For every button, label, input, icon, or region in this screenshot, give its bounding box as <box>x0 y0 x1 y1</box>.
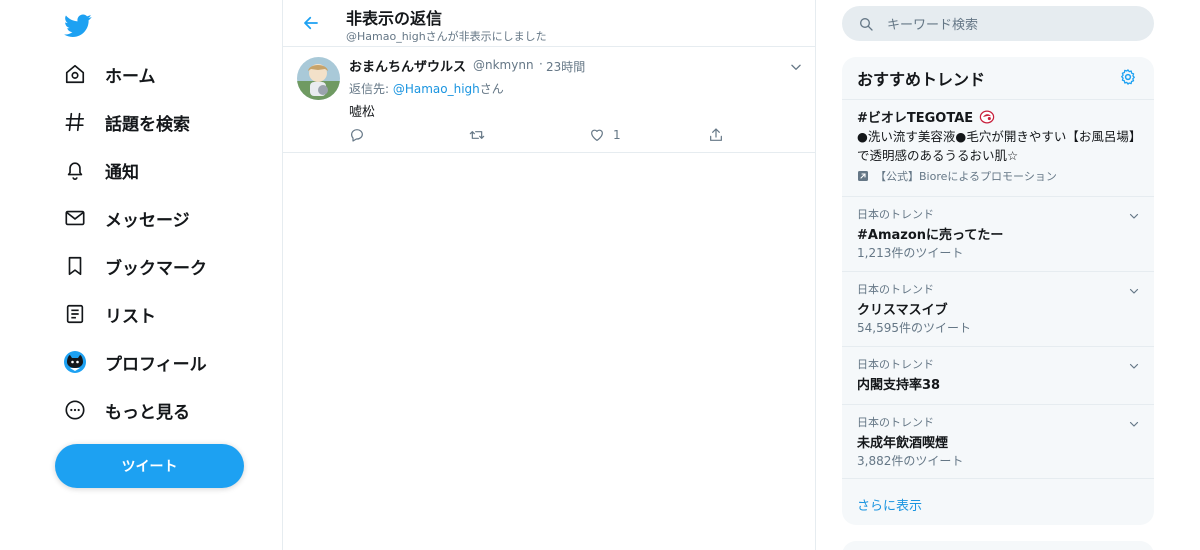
home-icon <box>62 61 88 87</box>
envelope-icon <box>62 205 88 231</box>
chevron-down-icon[interactable] <box>1128 357 1140 369</box>
search-icon <box>860 17 873 31</box>
profile-avatar-icon <box>62 349 88 375</box>
promoted-by-text: 【公式】Bioreによるプロモーション <box>875 170 1057 183</box>
retweet-button[interactable] <box>468 126 486 144</box>
chevron-down-icon[interactable] <box>1128 282 1140 294</box>
tweet-author-name[interactable]: おまんちんザウルス <box>349 56 466 75</box>
trend-tweet-count: 54,595件のツイート <box>857 321 971 335</box>
retweet-icon <box>469 131 485 139</box>
search-input[interactable]: キーワード検索 <box>842 6 1154 41</box>
promoted-by: 【公式】Bioreによるプロモーション <box>857 168 1057 184</box>
hashtag-icon <box>62 109 88 135</box>
tweet-actions: 1 <box>349 126 729 144</box>
trend-item[interactable]: 日本のトレンド 内閣支持率38 <box>842 347 1154 404</box>
tweet-button[interactable]: ツイート <box>55 444 244 488</box>
left-navigation: ホーム 話題を検索 通知 メッセージ ブックマーク リスト プロフィール もっと… <box>48 0 282 550</box>
tweet-text: 嘘松 <box>349 105 376 120</box>
nav-list: ホーム 話題を検索 通知 メッセージ ブックマーク リスト プロフィール もっと… <box>48 50 278 434</box>
list-icon <box>62 301 88 327</box>
trend-category: 日本のトレンド <box>857 283 934 296</box>
share-button[interactable] <box>708 126 724 144</box>
trend-tweet-count: 3,882件のツイート <box>857 454 964 468</box>
share-icon <box>710 128 722 141</box>
nav-item-explore[interactable]: 話題を検索 <box>48 98 278 146</box>
more-circle-icon <box>62 397 88 423</box>
like-count: 1 <box>613 128 621 142</box>
trend-name: #Amazonに売ってたー <box>857 228 1004 243</box>
reply-prefix: 返信先: <box>349 82 393 96</box>
tweet-author-handle[interactable]: @nkmynn <box>473 58 534 72</box>
page-title: 非表示の返信 <box>346 9 443 28</box>
tweet-menu-chevron-icon[interactable] <box>789 59 803 73</box>
trend-item[interactable]: 日本のトレンド クリスマスイブ 54,595件のツイート <box>842 272 1154 346</box>
next-panel-edge <box>842 541 1154 550</box>
nav-item-profile[interactable]: プロフィール <box>48 338 278 386</box>
nav-label-bookmarks: ブックマーク <box>105 258 207 279</box>
nav-label-explore: 話題を検索 <box>105 114 190 135</box>
bookmark-icon <box>62 253 88 279</box>
trend-name-text: #ビオレTEGOTAE <box>857 111 974 126</box>
nav-item-lists[interactable]: リスト <box>48 290 278 338</box>
trend-item[interactable]: 日本のトレンド #Amazonに売ってたー 1,213件のツイート <box>842 197 1154 260</box>
nav-label-home: ホーム <box>105 66 156 87</box>
show-more-link[interactable]: さらに表示 <box>857 495 922 514</box>
search-placeholder: キーワード検索 <box>887 18 979 33</box>
trend-tweet-count: 1,213件のツイート <box>857 246 964 260</box>
nav-item-messages[interactable]: メッセージ <box>48 194 278 242</box>
trend-name: 内閣支持率38 <box>857 378 941 393</box>
nav-item-bookmarks[interactable]: ブックマーク <box>48 242 278 290</box>
nav-label-lists: リスト <box>105 306 156 327</box>
trend-category: 日本のトレンド <box>857 358 934 371</box>
trend-category: 日本のトレンド <box>857 416 934 429</box>
chevron-down-icon[interactable] <box>1128 207 1140 219</box>
trend-name: #ビオレTEGOTAE <box>857 107 995 126</box>
nav-item-more[interactable]: もっと見る <box>48 386 278 434</box>
nav-label-messages: メッセージ <box>105 210 190 231</box>
heart-icon <box>591 129 603 141</box>
promoted-description: ●洗い流す美容液●毛穴が開きやすい【お風呂場】で透明感のあるうるおい肌☆ <box>857 129 1142 163</box>
reply-context: 返信先: @Hamao_highさん <box>349 80 504 97</box>
bell-icon <box>62 157 88 183</box>
nav-item-home[interactable]: ホーム <box>48 50 278 98</box>
biore-promo-badge-icon <box>979 110 994 124</box>
app-root: ホーム 話題を検索 通知 メッセージ ブックマーク リスト プロフィール もっと… <box>0 0 1200 550</box>
tweet-avatar[interactable] <box>297 57 340 100</box>
nav-label-more: もっと見る <box>105 402 190 423</box>
trend-name: 未成年飲酒喫煙 <box>857 436 949 451</box>
tweet-separator: · <box>539 57 543 71</box>
promoted-arrow-icon <box>858 171 868 181</box>
gear-icon[interactable] <box>1119 68 1137 86</box>
trend-category: 日本のトレンド <box>857 208 934 221</box>
like-button[interactable]: 1 <box>589 126 621 144</box>
nav-item-notifications[interactable]: 通知 <box>48 146 278 194</box>
trends-panel: おすすめトレンド #ビオレTEGOTAE ●洗い流す美容液●毛穴が開きやすい【お… <box>842 57 1154 525</box>
tweet-timestamp[interactable]: 23時間 <box>546 58 585 75</box>
reply-bubble-icon <box>351 129 363 142</box>
reply-mention-link[interactable]: @Hamao_high <box>393 82 480 96</box>
twitter-bird-logo-icon[interactable] <box>60 8 96 44</box>
trends-title: おすすめトレンド <box>857 70 986 89</box>
nav-label-notifications: 通知 <box>105 162 139 183</box>
main-column: 非表示の返信 @Hamao_highさんが非表示にしました おまんちんザウルス … <box>282 0 816 550</box>
nav-label-profile: プロフィール <box>105 354 207 375</box>
page-subtitle: @Hamao_highさんが非表示にしました <box>346 30 547 43</box>
reply-button[interactable] <box>349 126 365 144</box>
chevron-down-icon[interactable] <box>1128 415 1140 427</box>
arrow-left-icon <box>304 16 318 30</box>
trend-name: クリスマスイブ <box>857 303 948 318</box>
trend-item[interactable]: 日本のトレンド 未成年飲酒喫煙 3,882件のツイート <box>842 405 1154 477</box>
page-header: 非表示の返信 @Hamao_highさんが非表示にしました <box>283 0 815 47</box>
trends-divider <box>842 478 1154 479</box>
reply-suffix: さん <box>479 82 504 96</box>
back-button[interactable] <box>297 9 325 37</box>
